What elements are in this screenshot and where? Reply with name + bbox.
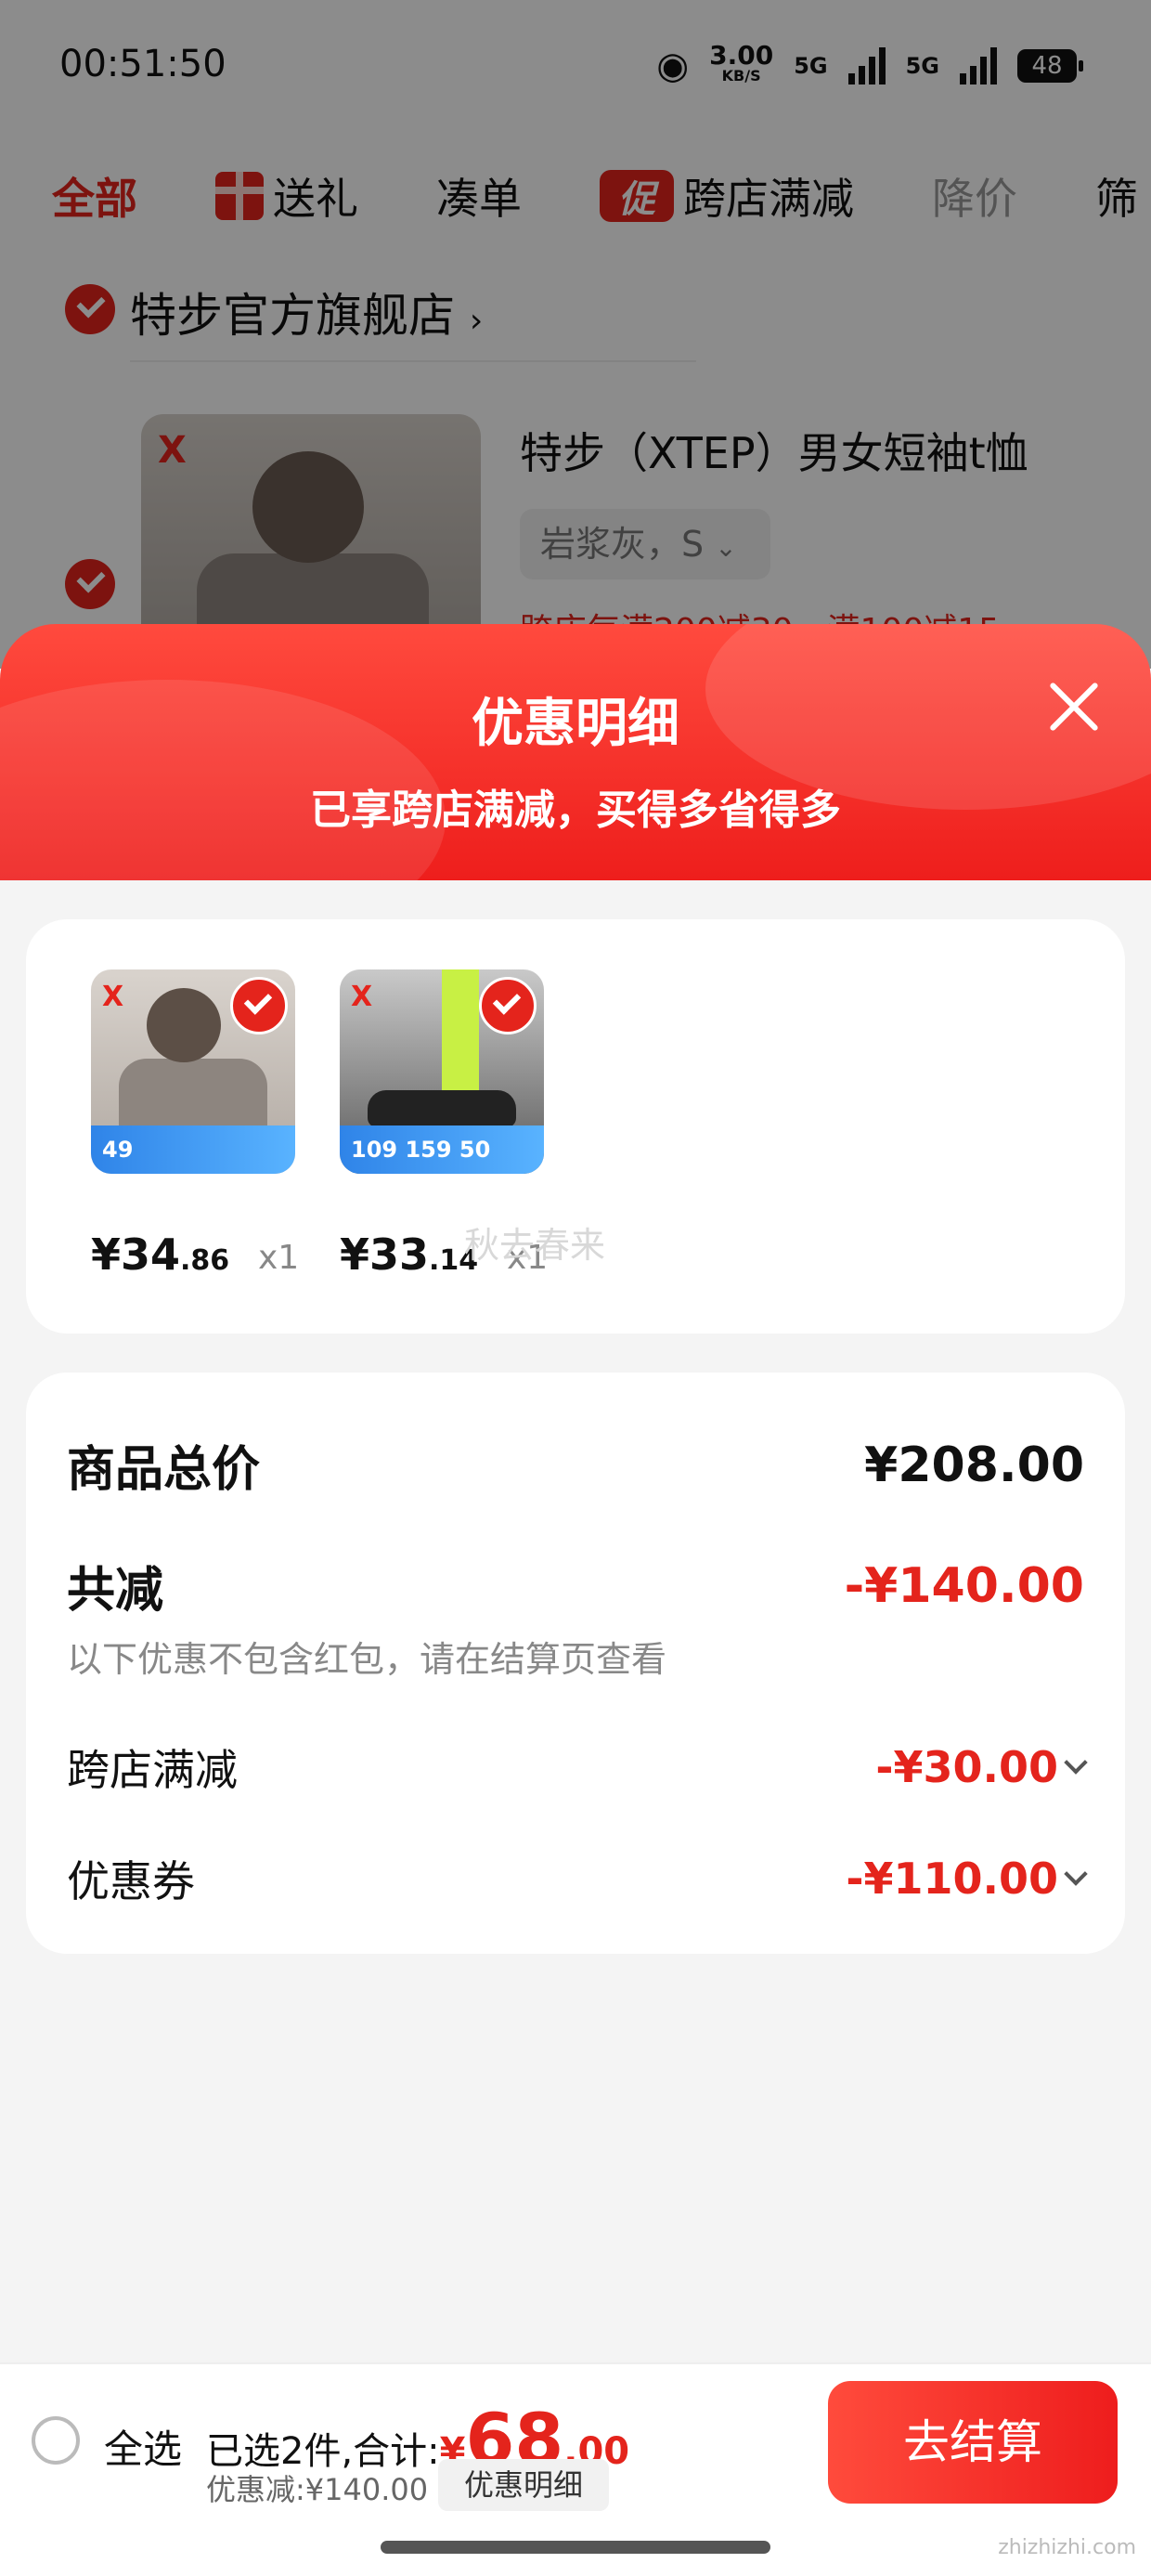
item-band-text: 109 159 50 — [340, 1125, 544, 1174]
sheet-subtitle: 已享跨店满减，买得多省得多 — [310, 787, 841, 834]
item-check-icon[interactable] — [479, 977, 537, 1034]
item-band-text: 49 — [91, 1125, 295, 1174]
reduce-label: 共减 — [67, 1563, 164, 1619]
cross-store-row[interactable]: 跨店满减 -¥30.00 — [67, 1737, 1088, 1798]
sheet-title: 优惠明细 — [472, 694, 679, 754]
brand-logo-icon: X — [351, 981, 373, 1013]
total-row: 商品总价 ¥208.00 — [67, 1430, 1084, 1500]
chevron-down-icon — [1064, 1862, 1088, 1886]
total-value: ¥208.00 — [864, 1437, 1084, 1493]
item-thumbnail[interactable]: X 49 — [91, 969, 295, 1174]
coupon-value: -¥110.00 — [846, 1854, 1058, 1904]
item-price: ¥34.86 — [91, 1229, 230, 1280]
reduce-row: 共减 -¥140.00 — [67, 1551, 1084, 1620]
coupon-row[interactable]: 优惠券 -¥110.00 — [67, 1848, 1088, 1909]
chevron-down-icon — [1064, 1750, 1088, 1775]
coupon-label: 优惠券 — [67, 1856, 195, 1906]
watermark-text: 秋去春来 — [464, 1225, 606, 1266]
discount-detail-button[interactable]: 优惠明细 — [438, 2459, 609, 2511]
item-price: ¥33.14 — [340, 1229, 479, 1280]
checkout-button[interactable]: 去结算 — [828, 2381, 1118, 2504]
reduce-value: -¥140.00 — [844, 1557, 1084, 1614]
sheet-header: 优惠明细 已享跨店满减，买得多省得多 — [0, 624, 1151, 880]
selected-item[interactable]: X 109 159 50 ¥33.14 x1 — [340, 969, 548, 1280]
item-quantity: x1 — [258, 1239, 300, 1277]
item-check-icon[interactable] — [230, 977, 288, 1034]
corner-watermark: zhizhizhi.com — [998, 2536, 1136, 2559]
select-all-label[interactable]: 全选 — [104, 2418, 182, 2475]
brand-logo-icon: X — [102, 981, 124, 1013]
selected-item[interactable]: X 49 ¥34.86 x1 — [91, 969, 299, 1280]
discount-amount: 优惠减:¥140.00 — [206, 2472, 429, 2507]
cross-store-label: 跨店满减 — [67, 1745, 238, 1795]
discount-note: 以下优惠不包含红包，请在结算页查看 — [67, 1639, 667, 1680]
home-indicator[interactable] — [381, 2541, 770, 2554]
close-icon[interactable] — [1041, 674, 1106, 739]
cross-store-value: -¥30.00 — [875, 1742, 1058, 1792]
item-thumbnail[interactable]: X 109 159 50 — [340, 969, 544, 1174]
total-label: 商品总价 — [67, 1442, 261, 1498]
modal-overlay[interactable] — [0, 0, 1151, 669]
select-all-radio[interactable] — [32, 2416, 80, 2465]
